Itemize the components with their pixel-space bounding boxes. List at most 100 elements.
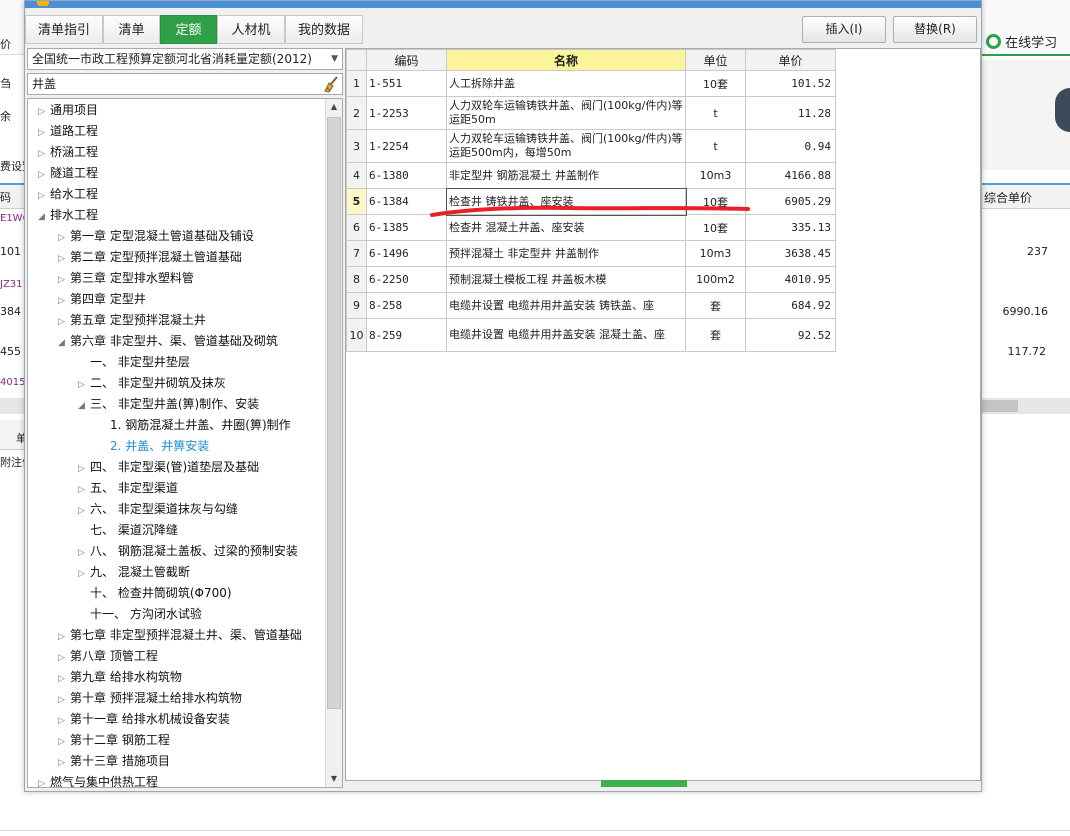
tab-bill-guide[interactable]: 清单指引 <box>25 15 103 44</box>
expand-arrow-icon[interactable]: ▷ <box>38 186 50 207</box>
name-cell[interactable]: 预制混凝土模板工程 井盖板木模 <box>446 266 686 293</box>
tree-node[interactable]: ▷ 第十二章 钢筋工程 <box>58 730 170 751</box>
expand-arrow-icon[interactable]: ▷ <box>58 270 70 291</box>
row-index-cell[interactable]: 6 <box>346 214 367 241</box>
table-row[interactable]: 9 8-258 电缆井设置 电缆井用井盖安装 铸铁盖、座套 684.92 <box>346 292 836 319</box>
tree-node[interactable]: ▷ 第八章 顶管工程 <box>58 646 158 667</box>
price-cell[interactable]: 92.52 <box>745 318 836 352</box>
expand-arrow-icon[interactable]: ▷ <box>38 123 50 144</box>
header-price[interactable]: 单价 <box>745 49 836 71</box>
tree-node[interactable]: ▷ 第四章 定型井 <box>58 289 146 310</box>
name-cell[interactable]: 人力双轮车运输铸铁井盖、阀门(100kg/件内)等 运距50m <box>446 96 686 130</box>
expand-arrow-icon[interactable]: ▷ <box>58 627 70 648</box>
tree-node[interactable]: ▷ 九、 混凝土管截断 <box>78 562 190 583</box>
quota-library-select[interactable]: 全国统一市政工程预算定额河北省消耗量定额(2012) ▼ <box>27 48 343 70</box>
pane-resize-grip[interactable] <box>601 780 687 787</box>
expand-arrow-icon[interactable]: ▷ <box>58 648 70 669</box>
expand-arrow-icon[interactable]: ▷ <box>58 690 70 711</box>
unit-cell[interactable]: 10套 <box>685 70 746 97</box>
expand-arrow-icon[interactable]: ▷ <box>58 312 70 333</box>
expand-arrow-icon[interactable]: ▷ <box>58 753 70 774</box>
tree-node[interactable]: ◢ 第六章 非定型井、渠、管道基础及砌筑 <box>58 331 278 352</box>
expand-arrow-icon[interactable]: ▷ <box>58 228 70 249</box>
broom-clear-icon[interactable] <box>322 75 340 93</box>
code-cell[interactable]: 1-2254 <box>366 129 447 163</box>
tree-node[interactable]: ▷ 第一章 定型混凝土管道基础及铺设 <box>58 226 254 247</box>
replace-button[interactable]: 替换(R) <box>893 16 977 43</box>
tree-node[interactable]: ▷ 四、 非定型渠(管)道垫层及基础 <box>78 457 259 478</box>
price-cell[interactable]: 4166.88 <box>745 162 836 189</box>
tab-bill[interactable]: 清单 <box>103 15 160 44</box>
tree-scroll-thumb[interactable] <box>327 117 341 709</box>
expand-arrow-icon[interactable]: ▷ <box>58 249 70 270</box>
expand-arrow-icon[interactable]: ▷ <box>38 144 50 165</box>
code-cell[interactable]: 6-2250 <box>366 266 447 293</box>
table-row[interactable]: 10 8-259 电缆井设置 电缆井用井盖安装 混凝土盖、座套 92.52 <box>346 318 836 352</box>
name-cell[interactable]: 预拌混凝土 非定型井 井盖制作 <box>446 240 686 267</box>
name-cell[interactable]: 电缆井设置 电缆井用井盖安装 混凝土盖、座 <box>446 318 686 352</box>
bg-hscroll-thumb[interactable] <box>982 400 1018 412</box>
table-row[interactable]: 3 1-2254 人力双轮车运输铸铁井盖、阀门(100kg/件内)等 运距500m内… <box>346 129 836 163</box>
expand-arrow-icon[interactable]: ▷ <box>38 165 50 186</box>
name-cell[interactable]: 电缆井设置 电缆井用井盖安装 铸铁盖、座 <box>446 292 686 319</box>
tree-node[interactable]: ▷ 第三章 定型排水塑料管 <box>58 268 194 289</box>
tree-node[interactable]: ▷ 给水工程 <box>38 184 98 205</box>
price-cell[interactable]: 0.94 <box>745 129 836 163</box>
tree-node[interactable]: ▷ 燃气与集中供热工程 <box>38 772 158 787</box>
code-cell[interactable]: 8-258 <box>366 292 447 319</box>
tree-node[interactable]: ▷ 二、 非定型井砌筑及抹灰 <box>78 373 226 394</box>
row-index-cell[interactable]: 2 <box>346 96 367 130</box>
row-index-cell[interactable]: 5 <box>346 188 367 215</box>
header-code[interactable]: 编码 <box>366 49 447 71</box>
code-cell[interactable]: 1-551 <box>366 70 447 97</box>
name-cell[interactable]: 人力双轮车运输铸铁井盖、阀门(100kg/件内)等 运距500m内，每增50m <box>446 129 686 163</box>
row-index-cell[interactable]: 8 <box>346 266 367 293</box>
tree-node[interactable]: ▷ 第二章 定型预拌混凝土管道基础 <box>58 247 242 268</box>
tree-node[interactable]: ◢ 排水工程 <box>38 205 98 226</box>
tree-node[interactable]: 十、 检查井筒砌筑(Φ700) <box>78 583 232 604</box>
name-cell[interactable]: 非定型井 钢筋混凝土 井盖制作 <box>446 162 686 189</box>
insert-button[interactable]: 插入(I) <box>802 16 886 43</box>
tree-node[interactable]: ▷ 第七章 非定型预拌混凝土井、渠、管道基础 <box>58 625 302 646</box>
price-cell[interactable]: 3638.45 <box>745 240 836 267</box>
unit-cell[interactable]: t <box>685 96 746 130</box>
tree-node[interactable]: ▷ 桥涵工程 <box>38 142 98 163</box>
tree-node[interactable]: ◢ 三、 非定型井盖(箅)制作、安装 <box>78 394 259 415</box>
table-row[interactable]: 7 6-1496 预拌混凝土 非定型井 井盖制作 10m3 3638.45 <box>346 240 836 267</box>
unit-cell[interactable]: 10m3 <box>685 240 746 267</box>
unit-cell[interactable]: 套 <box>685 292 746 319</box>
table-row[interactable]: 2 1-2253 人力双轮车运输铸铁井盖、阀门(100kg/件内)等 运距50m t 1… <box>346 96 836 130</box>
row-index-cell[interactable]: 7 <box>346 240 367 267</box>
price-cell[interactable]: 684.92 <box>745 292 836 319</box>
table-row[interactable]: 4 6-1380 非定型井 钢筋混凝土 井盖制作 10m3 4166.88 <box>346 162 836 189</box>
expand-arrow-icon[interactable]: ▷ <box>58 669 70 690</box>
expand-arrow-icon[interactable]: ▷ <box>38 774 50 787</box>
unit-cell[interactable]: 100m2 <box>685 266 746 293</box>
expand-arrow-icon[interactable]: ▷ <box>78 543 90 564</box>
price-cell[interactable]: 4010.95 <box>745 266 836 293</box>
table-row[interactable]: 8 6-2250 预制混凝土模板工程 井盖板木模 100m2 4010.95 <box>346 266 836 293</box>
unit-cell[interactable]: t <box>685 129 746 163</box>
row-index-cell[interactable]: 9 <box>346 292 367 319</box>
row-index-cell[interactable]: 10 <box>346 318 367 352</box>
scroll-down-icon[interactable]: ▼ <box>326 771 342 787</box>
expand-arrow-icon[interactable]: ▷ <box>78 480 90 501</box>
tree-node[interactable]: 七、 渠道沉降缝 <box>78 520 178 541</box>
expand-arrow-icon[interactable]: ▷ <box>78 501 90 522</box>
tree-node[interactable]: ▷ 五、 非定型渠道 <box>78 478 178 499</box>
tree-node[interactable]: 一、 非定型井垫层 <box>78 352 190 373</box>
price-cell[interactable]: 101.52 <box>745 70 836 97</box>
price-cell[interactable]: 335.13 <box>745 214 836 241</box>
header-unit[interactable]: 单位 <box>685 49 746 71</box>
header-name[interactable]: 名称 <box>446 49 686 71</box>
collapse-arrow-icon[interactable]: ◢ <box>78 396 90 417</box>
tree-node[interactable]: 十一、 方沟闭水试验 <box>78 604 202 625</box>
tree-node[interactable]: ▷ 通用项目 <box>38 100 98 121</box>
tree-node[interactable]: ▷ 八、 钢筋混凝土盖板、过梁的预制安装 <box>78 541 298 562</box>
scroll-up-icon[interactable]: ▲ <box>326 99 342 115</box>
expand-arrow-icon[interactable]: ▷ <box>58 732 70 753</box>
code-cell[interactable]: 6-1496 <box>366 240 447 267</box>
tree-node[interactable]: ▷ 第九章 给排水构筑物 <box>58 667 182 688</box>
price-cell[interactable]: 11.28 <box>745 96 836 130</box>
price-cell[interactable]: 6905.29 <box>745 188 836 215</box>
